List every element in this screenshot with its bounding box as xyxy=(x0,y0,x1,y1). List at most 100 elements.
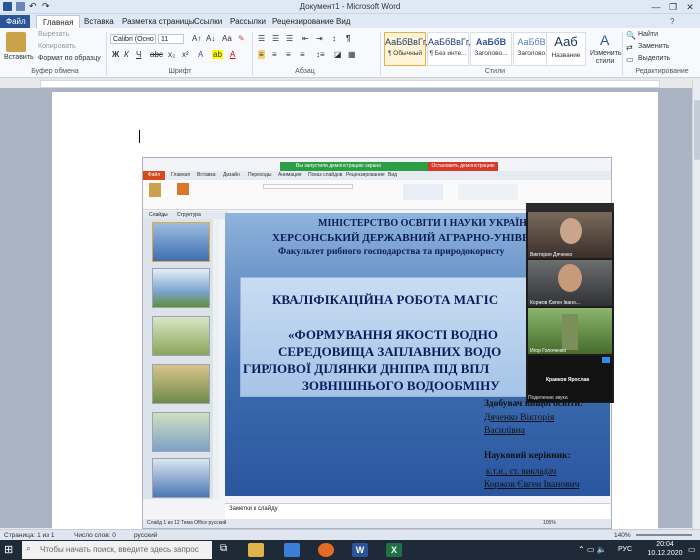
select-button[interactable]: Выделить xyxy=(638,55,670,62)
help-icon[interactable]: ? xyxy=(670,17,674,26)
pp-tab-insert[interactable]: Вставка xyxy=(197,172,216,178)
decrease-indent-icon[interactable]: ⇤ xyxy=(302,34,309,43)
taskbar-search[interactable]: Чтобы начать поиск, введите здесь запрос xyxy=(22,541,212,559)
pp-tab-animation[interactable]: Анимация xyxy=(278,172,301,178)
tab-home[interactable]: Главная xyxy=(36,15,81,28)
stop-share-button[interactable]: Остановить демонстрацию xyxy=(428,162,498,171)
cut-button[interactable]: Вырезать xyxy=(38,31,69,38)
superscript-icon[interactable]: x² xyxy=(182,50,189,59)
clock-date[interactable]: 10.12.2020 xyxy=(646,550,684,557)
paste-icon[interactable] xyxy=(6,32,26,52)
underline-button[interactable]: Ч xyxy=(136,50,141,59)
task-view-icon[interactable]: ⧉ xyxy=(220,543,227,554)
save-icon[interactable] xyxy=(16,2,25,11)
tab-file[interactable]: Файл xyxy=(0,15,30,28)
font-name-select[interactable]: Calibri (Осно xyxy=(110,34,156,44)
undo-icon[interactable]: ↶ xyxy=(29,1,39,11)
replace-button[interactable]: Заменить xyxy=(638,43,669,50)
word-taskbar-icon[interactable]: W xyxy=(352,543,368,557)
pp-thumb-scrollbar[interactable] xyxy=(213,219,219,499)
justify-icon[interactable]: ≡ xyxy=(300,50,305,59)
italic-button[interactable]: К xyxy=(124,50,129,59)
change-styles-icon[interactable]: A xyxy=(600,32,609,48)
excel-taskbar-icon[interactable]: X xyxy=(386,543,402,557)
replace-icon[interactable]: ⇄ xyxy=(626,43,633,52)
scroll-thumb[interactable] xyxy=(694,100,700,160)
format-painter-button[interactable]: Формат по образцу xyxy=(38,55,101,62)
tab-mailings[interactable]: Рассылки xyxy=(224,15,272,28)
close-button[interactable]: ✕ xyxy=(682,1,698,13)
bullets-icon[interactable]: ☰ xyxy=(258,34,265,43)
pp-tab-transitions[interactable]: Переходы xyxy=(248,172,271,178)
pp-font-box[interactable] xyxy=(263,184,353,189)
slide-thumbnail[interactable] xyxy=(152,316,210,356)
pp-paste-icon[interactable] xyxy=(149,183,161,197)
pp-tab-slideshow[interactable]: Показ слайдов xyxy=(308,172,342,178)
slide-thumbnail[interactable] xyxy=(152,222,210,262)
bold-button[interactable]: Ж xyxy=(112,50,119,59)
vertical-scrollbar[interactable] xyxy=(692,80,700,530)
clear-format-icon[interactable]: ✎ xyxy=(238,34,245,43)
align-center-icon[interactable]: ≡ xyxy=(272,50,277,59)
clock-time[interactable]: 20:04 xyxy=(648,541,682,548)
tab-references[interactable]: Ссылки xyxy=(188,15,228,28)
style-title[interactable]: Ааб Название xyxy=(546,32,586,66)
slide-thumbnail[interactable] xyxy=(152,412,210,452)
firefox-icon[interactable] xyxy=(318,543,334,557)
multilevel-list-icon[interactable]: ☰ xyxy=(286,34,293,43)
video-panel-header[interactable] xyxy=(526,203,614,212)
shading-icon[interactable]: ◪ xyxy=(334,50,342,59)
grow-font-icon[interactable]: A↑ xyxy=(192,34,201,43)
tab-review[interactable]: Рецензирование xyxy=(266,15,340,28)
tab-insert[interactable]: Вставка xyxy=(78,15,120,28)
slide-thumbnail[interactable] xyxy=(152,458,210,498)
slide-thumbnail[interactable] xyxy=(152,364,210,404)
sort-icon[interactable]: ↕ xyxy=(332,34,336,43)
tab-view[interactable]: Вид xyxy=(330,15,356,28)
show-marks-icon[interactable]: ¶ xyxy=(346,34,350,43)
increase-indent-icon[interactable]: ⇥ xyxy=(316,34,323,43)
text-effects-icon[interactable]: A xyxy=(198,50,203,59)
style-normal[interactable]: АаБбВвГг, ¶ Обычный xyxy=(384,32,428,66)
borders-icon[interactable]: ▦ xyxy=(348,50,356,59)
pp-tab-file[interactable]: Файл xyxy=(143,171,165,180)
align-right-icon[interactable]: ≡ xyxy=(286,50,291,59)
font-color-icon[interactable]: A xyxy=(230,50,235,59)
style-heading-1[interactable]: АаБбВ Заголово... xyxy=(470,32,512,66)
pp-tab-design[interactable]: Дизайн xyxy=(223,172,240,178)
find-icon[interactable]: 🔍 xyxy=(626,31,636,40)
pp-new-slide-icon[interactable] xyxy=(177,183,189,195)
pp-slides-tab[interactable]: Слайды xyxy=(149,212,168,218)
pp-tab-review[interactable]: Рецензирование xyxy=(346,172,385,178)
redo-icon[interactable]: ↷ xyxy=(42,1,52,11)
style-no-spacing[interactable]: АаБбВвГг, ¶ Без инте... xyxy=(427,32,471,66)
slide-notes[interactable]: Заметки к слайду xyxy=(225,503,610,519)
shrink-font-icon[interactable]: A↓ xyxy=(206,34,215,43)
copy-button[interactable]: Копировать xyxy=(38,43,76,50)
align-left-icon[interactable]: ≡ xyxy=(258,50,265,59)
line-spacing-icon[interactable]: ↕≡ xyxy=(316,50,325,59)
app-icon[interactable] xyxy=(284,543,300,557)
pp-outline-tab[interactable]: Структура xyxy=(177,212,201,218)
numbering-icon[interactable]: ☰ xyxy=(272,34,279,43)
change-styles-button[interactable]: Изменить стили xyxy=(590,50,622,66)
keyboard-language[interactable]: РУС xyxy=(618,546,632,553)
maximize-button[interactable]: ❐ xyxy=(665,1,681,13)
font-size-select[interactable]: 11 xyxy=(158,34,184,44)
paste-button[interactable]: Вставить xyxy=(4,54,34,61)
horizontal-ruler[interactable] xyxy=(40,80,660,88)
select-icon[interactable]: ▭ xyxy=(626,55,634,64)
highlight-icon[interactable]: ab xyxy=(212,50,223,59)
change-case-icon[interactable]: Aa xyxy=(222,34,232,43)
slide-thumbnail[interactable] xyxy=(152,268,210,308)
strikethrough-icon[interactable]: abc xyxy=(150,50,163,59)
pp-tab-view[interactable]: Вид xyxy=(388,172,397,178)
start-icon[interactable]: ⊞ xyxy=(4,543,13,556)
notifications-icon[interactable]: ▭ xyxy=(688,545,696,554)
minimize-button[interactable]: — xyxy=(648,1,664,13)
find-button[interactable]: Найти xyxy=(638,31,658,38)
tray-icons[interactable]: ⌃ ▭ 🔈 xyxy=(578,545,607,554)
subscript-icon[interactable]: x₂ xyxy=(168,50,175,59)
pp-tab-home[interactable]: Главная xyxy=(171,172,190,178)
file-explorer-icon[interactable] xyxy=(248,543,264,557)
